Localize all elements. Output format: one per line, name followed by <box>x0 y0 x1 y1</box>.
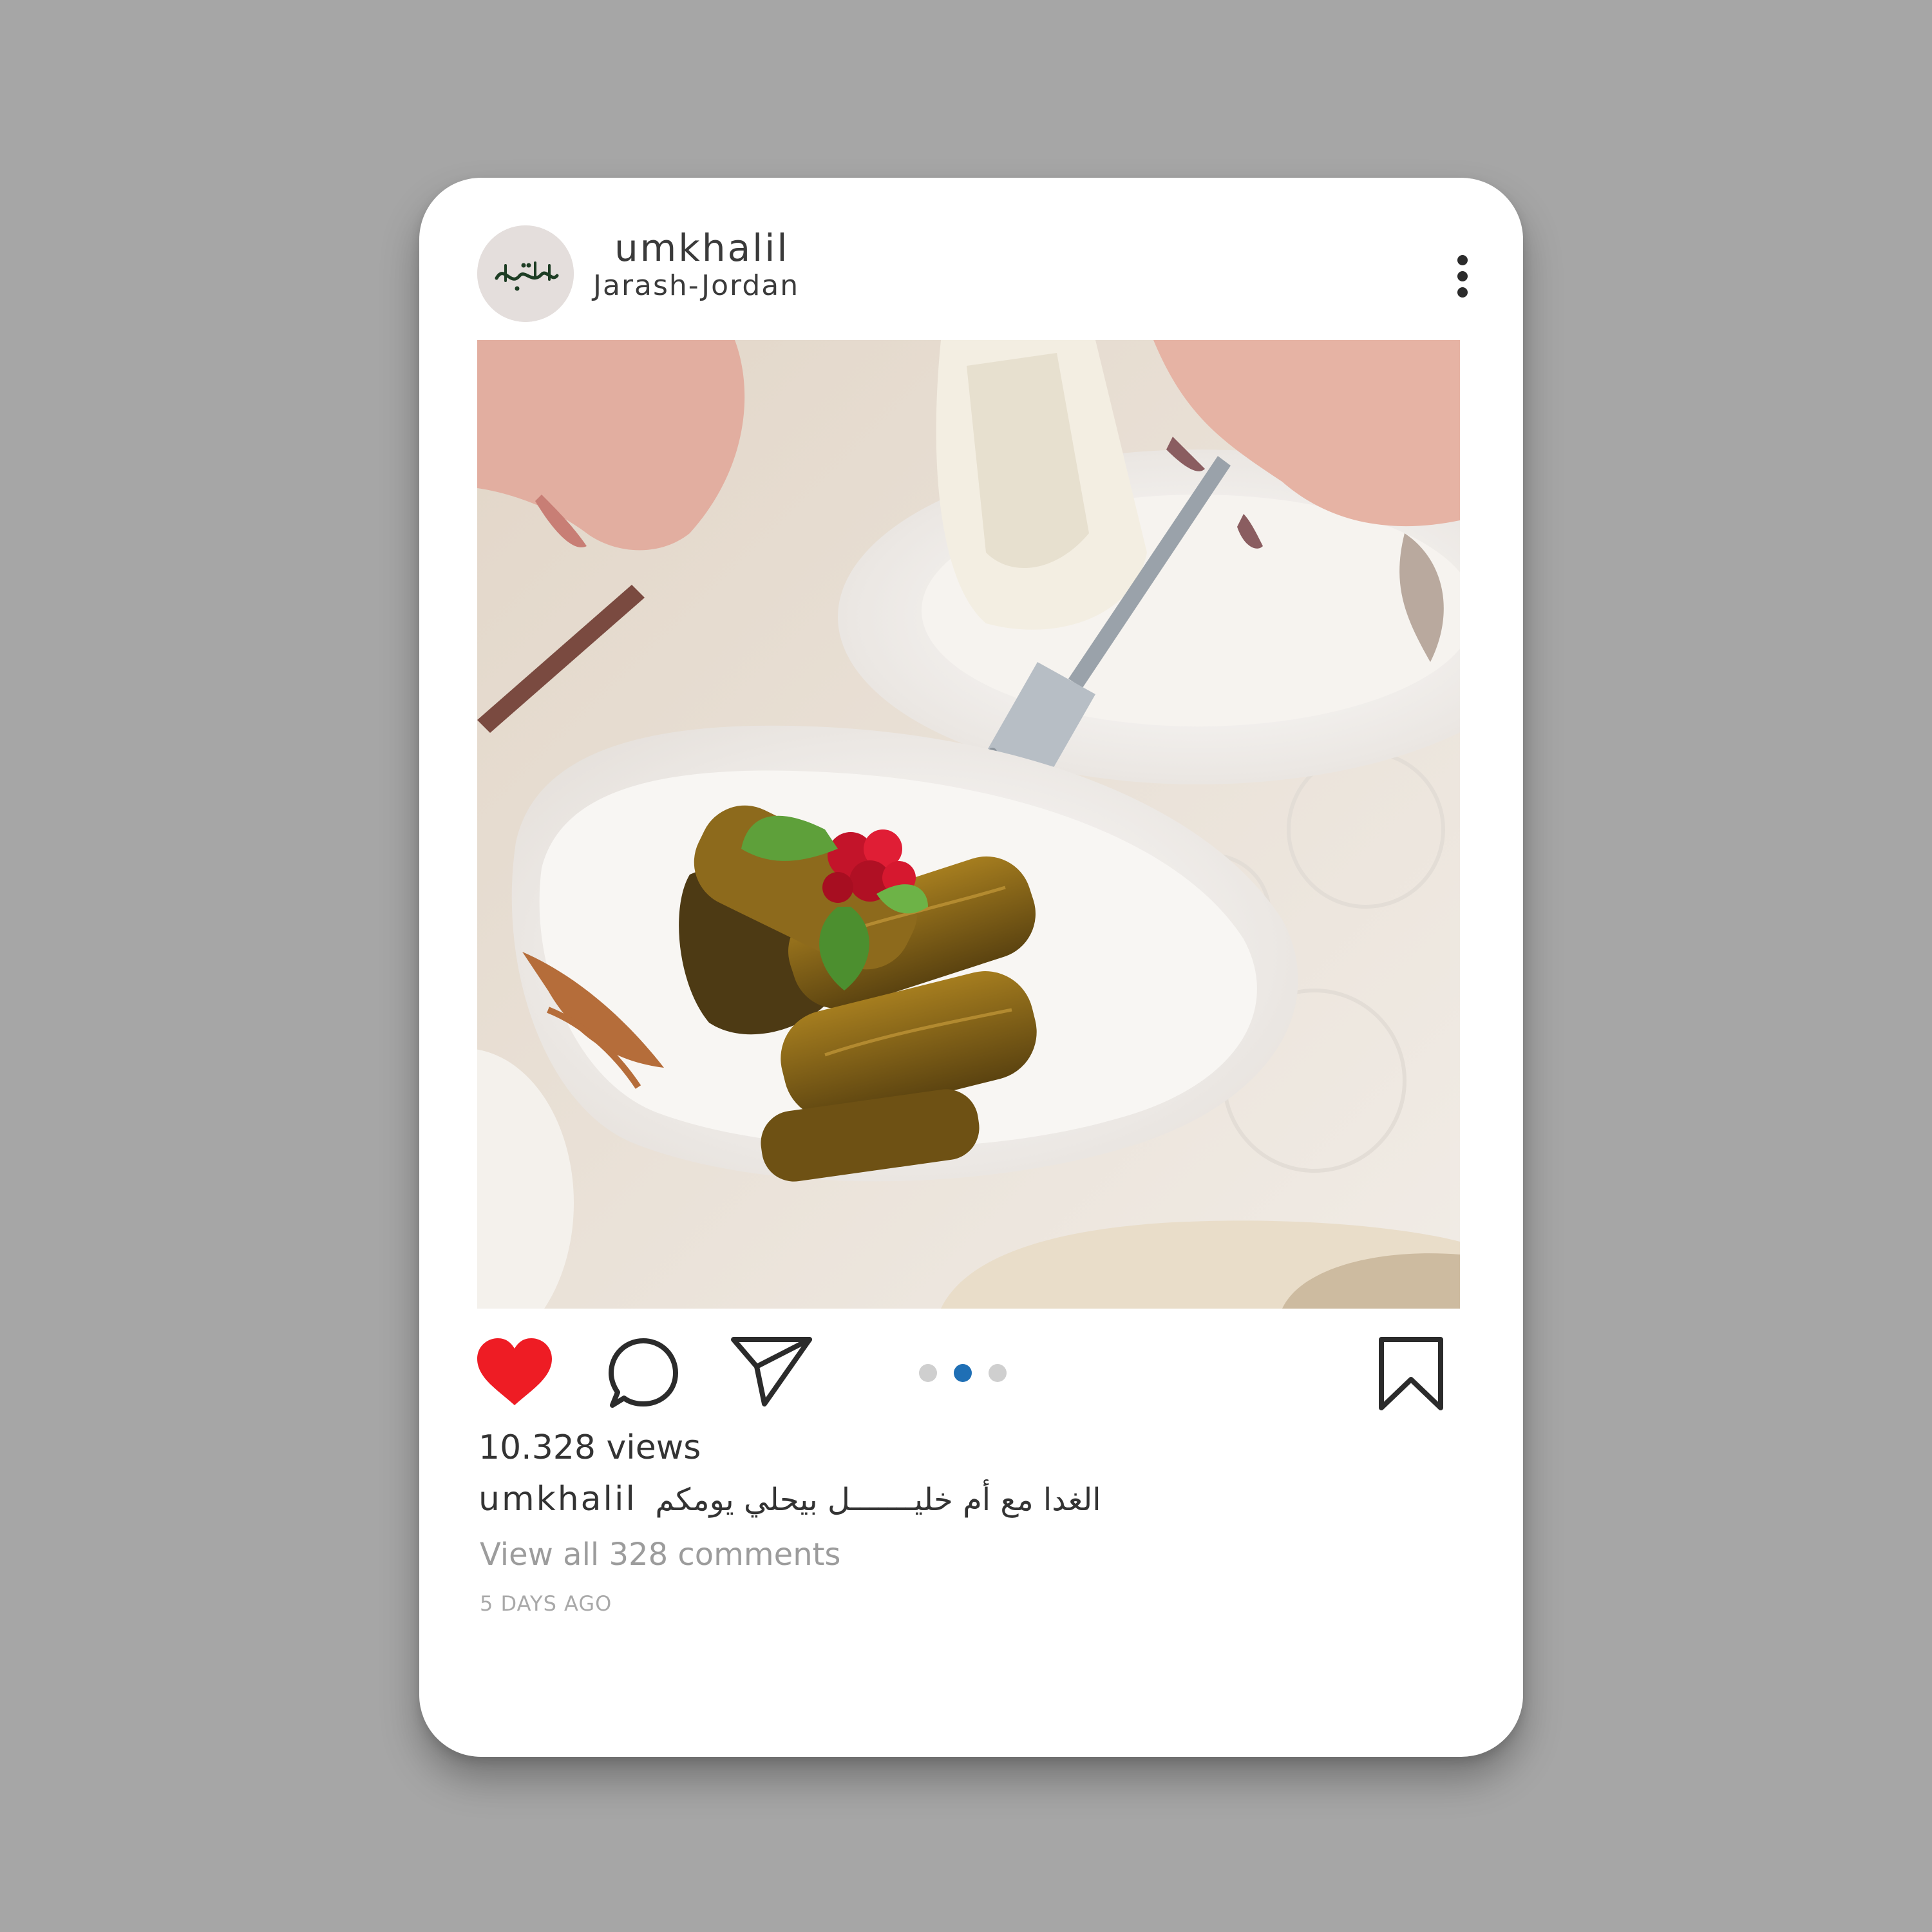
carousel-dot-active[interactable] <box>954 1364 972 1382</box>
post-photo[interactable] <box>477 340 1460 1309</box>
view-comments-link[interactable]: View all 328 comments <box>480 1539 840 1570</box>
post-caption: umkhalil الغدا مع أم خليـــــــل بيحلي ي… <box>478 1482 1101 1516</box>
brand-logo <box>477 225 574 322</box>
carousel-dot[interactable] <box>919 1364 937 1382</box>
heart-icon[interactable] <box>475 1337 554 1408</box>
carousel-dot[interactable] <box>989 1364 1007 1382</box>
post-username[interactable]: umkhalil <box>614 229 790 267</box>
post-card: umkhalil Jarash-Jordan 10.328 views umkh… <box>419 178 1523 1757</box>
post-timestamp: 5 DAYS AGO <box>480 1591 612 1616</box>
caption-username[interactable]: umkhalil <box>478 1480 637 1519</box>
bookmark-icon[interactable] <box>1378 1336 1444 1413</box>
view-count: 10.328 views <box>478 1428 701 1467</box>
carousel-indicator <box>919 1364 1009 1385</box>
food-photo-image <box>477 340 1460 1309</box>
post-location[interactable]: Jarash-Jordan <box>593 272 799 300</box>
more-vertical-icon[interactable] <box>1443 247 1482 305</box>
comment-icon[interactable] <box>606 1336 681 1410</box>
caption-text: الغدا مع أم خليـــــــل بيحلي يومكم <box>655 1482 1101 1518</box>
avatar[interactable] <box>477 225 574 322</box>
send-icon[interactable] <box>730 1334 813 1409</box>
